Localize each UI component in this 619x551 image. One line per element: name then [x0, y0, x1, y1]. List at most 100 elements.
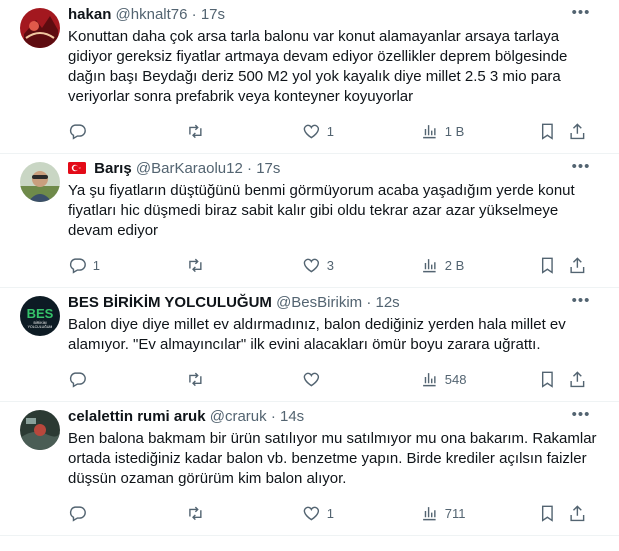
views-button[interactable]: 711 [420, 503, 465, 523]
author-handle[interactable]: @craruk [210, 408, 267, 425]
like-button[interactable]: 1 [302, 503, 334, 523]
bookmark-icon [541, 505, 553, 522]
tweet-text: Ya şu fiyatların düştüğünü benmi görmüyo… [68, 182, 575, 239]
heart-icon [303, 124, 320, 139]
separator-dot: · [270, 408, 276, 425]
author-handle[interactable]: @BarKaraolu12 [136, 160, 243, 177]
turkish-flag-icon [68, 160, 86, 174]
share-icon [570, 256, 585, 273]
author-name[interactable]: BES BİRİKİM YOLCULUĞUM [68, 294, 272, 311]
avatar[interactable]: BES BİRİKİM YOLCULUĞUM [20, 296, 60, 336]
reply-icon [69, 506, 86, 522]
retweet-button[interactable] [186, 503, 211, 523]
tweet-time[interactable]: 12s [376, 294, 400, 311]
tweet[interactable]: Barış @BarKaraolu12 · 17s ••• Ya şu fiya… [0, 154, 619, 288]
analytics-icon [423, 258, 436, 272]
reply-count: 1 [92, 257, 100, 273]
avatar[interactable] [20, 410, 60, 450]
retweet-icon [189, 124, 202, 138]
logo-subtext-2: YOLCULUĞUM [28, 324, 53, 329]
tweet-header: celalettin rumi aruk @craruk · 14s ••• [68, 402, 603, 427]
bookmark-button[interactable] [538, 369, 557, 389]
tweet-text: Ben balona bakmam bir ürün satılıyor mu … [68, 430, 597, 487]
like-button[interactable]: 3 [302, 255, 334, 275]
share-icon [570, 122, 585, 139]
separator-dot: · [191, 6, 197, 23]
bookmark-icon [541, 123, 553, 140]
tweet-actions: 1 3 2 B [68, 255, 603, 275]
heart-icon [303, 506, 320, 521]
author-handle[interactable]: @BesBirikim [276, 294, 362, 311]
views-button[interactable]: 2 B [420, 255, 464, 275]
views-button[interactable]: 548 [420, 369, 466, 389]
share-icon [570, 370, 585, 387]
more-options-icon[interactable]: ••• [569, 159, 593, 178]
tweet-actions: 1 1 B [68, 121, 603, 141]
bookmark-icon [541, 371, 553, 388]
tweet[interactable]: hakan @hknalt76 · 17s ••• Konuttan daha … [0, 0, 619, 154]
retweet-icon [189, 258, 202, 272]
reply-icon [69, 372, 86, 388]
author-handle[interactable]: @hknalt76 [116, 6, 188, 23]
retweet-icon [189, 372, 202, 386]
like-count: 1 [326, 505, 334, 521]
heart-icon [303, 258, 320, 273]
share-button[interactable] [568, 369, 587, 389]
tweet-time[interactable]: 17s [201, 6, 225, 23]
analytics-icon [423, 506, 436, 520]
author-name[interactable]: Barış [94, 160, 132, 177]
like-count: 1 [326, 123, 334, 139]
retweet-button[interactable] [186, 121, 211, 141]
views-button[interactable]: 1 B [420, 121, 464, 141]
tweet-header: hakan @hknalt76 · 17s ••• [68, 0, 603, 25]
tweet[interactable]: BES BİRİKİM YOLCULUĞUM BES BİRİKİM YOLCU… [0, 288, 619, 402]
reply-button[interactable] [68, 121, 93, 141]
more-options-icon[interactable]: ••• [569, 407, 593, 426]
separator-dot: · [366, 294, 372, 311]
more-options-icon[interactable]: ••• [569, 5, 593, 24]
retweet-button[interactable] [186, 369, 211, 389]
reply-button[interactable]: 1 [68, 255, 100, 275]
tweet[interactable]: celalettin rumi aruk @craruk · 14s ••• B… [0, 402, 619, 536]
timeline-feed: hakan @hknalt76 · 17s ••• Konuttan daha … [0, 0, 619, 536]
share-icon [570, 504, 585, 521]
tweet-header: Barış @BarKaraolu12 · 17s ••• [68, 154, 603, 179]
author-name[interactable]: hakan [68, 6, 111, 23]
tweet-text: Konuttan daha çok arsa tarla balonu var … [68, 28, 568, 105]
bookmark-button[interactable] [538, 503, 557, 523]
bookmark-icon [541, 257, 553, 274]
avatar[interactable] [20, 8, 60, 48]
like-count: 3 [326, 257, 334, 273]
tweet-time[interactable]: 17s [256, 160, 280, 177]
tweet-header: BES BİRİKİM YOLCULUĞUM @BesBirikim · 12s… [68, 288, 603, 313]
bookmark-button[interactable] [538, 255, 557, 275]
separator-dot: · [247, 160, 253, 177]
tweet-actions: 548 [68, 369, 603, 389]
retweet-icon [189, 506, 202, 520]
like-button[interactable]: 1 [302, 121, 334, 141]
view-count: 711 [444, 505, 466, 521]
view-count: 2 B [444, 257, 465, 273]
reply-icon [69, 258, 86, 274]
heart-icon [303, 372, 320, 387]
view-count: 548 [444, 371, 467, 387]
tweet-time[interactable]: 14s [280, 408, 304, 425]
logo-text: BES [27, 306, 54, 321]
reply-button[interactable] [68, 369, 93, 389]
tweet-text: Balon diye diye millet ev aldırmadınız, … [68, 316, 566, 353]
share-button[interactable] [568, 121, 587, 141]
reply-icon [69, 124, 86, 140]
tweet-actions: 1 711 [68, 503, 603, 523]
like-button[interactable] [302, 369, 327, 389]
retweet-button[interactable] [186, 255, 211, 275]
more-options-icon[interactable]: ••• [569, 293, 593, 312]
share-button[interactable] [568, 503, 587, 523]
avatar[interactable] [20, 162, 60, 202]
analytics-icon [423, 372, 436, 386]
reply-button[interactable] [68, 503, 93, 523]
share-button[interactable] [568, 255, 587, 275]
analytics-icon [423, 124, 436, 138]
author-name[interactable]: celalettin rumi aruk [68, 408, 206, 425]
view-count: 1 B [444, 123, 465, 139]
bookmark-button[interactable] [538, 121, 557, 141]
